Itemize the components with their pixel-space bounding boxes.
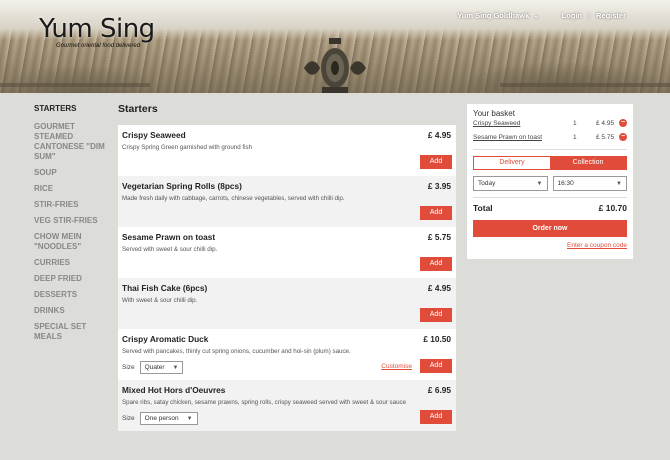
basket-item-qty: 1 bbox=[573, 120, 577, 127]
nav-item-dim-sum[interactable]: GOURMET STEAMED CANTONESE "DIM SUM" bbox=[34, 122, 116, 162]
delivery-option[interactable]: Delivery bbox=[474, 157, 550, 169]
category-nav: STARTERS GOURMET STEAMED CANTONESE "DIM … bbox=[34, 104, 116, 348]
time-select[interactable]: 16:30 ▼ bbox=[552, 176, 627, 191]
basket-item-price: £ 4.95 bbox=[596, 120, 615, 127]
chevron-down-icon: ▼ bbox=[172, 364, 179, 371]
menu-item-description: Served with sweet & sour chilli dip. bbox=[122, 246, 218, 253]
menu-item-price: £ 5.75 bbox=[427, 232, 451, 242]
size-row: Size Quater ▼ bbox=[122, 361, 184, 374]
nav-item-starters[interactable]: STARTERS bbox=[34, 104, 116, 114]
menu-item-description: Served with pancakes, thinly cut spring … bbox=[122, 348, 351, 355]
link-separator: | bbox=[588, 11, 590, 20]
branch-name: Yum Sing Goldhawk bbox=[457, 11, 530, 20]
chevron-down-icon: ⌄ bbox=[533, 11, 540, 20]
menu-item: Crispy Seaweed Crispy Spring Green garni… bbox=[118, 125, 456, 176]
nav-item-stir-fries[interactable]: STIR-FRIES bbox=[34, 200, 116, 210]
add-button[interactable]: Add bbox=[420, 359, 452, 373]
menu-item: Vegetarian Spring Rolls (8pcs) Made fres… bbox=[118, 176, 456, 227]
menu-item-name: Sesame Prawn on toast bbox=[122, 232, 216, 242]
logo-tagline: Gourmet oriental food delivered bbox=[56, 43, 141, 49]
size-select-value: Quater bbox=[144, 364, 165, 371]
order-now-button[interactable]: Order now bbox=[473, 220, 627, 237]
logo-title[interactable]: Yum Sing bbox=[39, 14, 155, 44]
size-select-value: One person bbox=[144, 415, 179, 422]
day-select[interactable]: Today ▼ bbox=[473, 176, 548, 191]
total-row: Total £ 10.70 bbox=[473, 203, 627, 217]
add-button[interactable]: Add bbox=[420, 257, 452, 271]
menu-item-name: Thai Fish Cake (6pcs) bbox=[122, 283, 208, 293]
chevron-down-icon: ▼ bbox=[186, 415, 193, 422]
chevron-down-icon: ▼ bbox=[616, 180, 622, 187]
time-selectors: Today ▼ 16:30 ▼ bbox=[473, 176, 627, 191]
login-link[interactable]: Login bbox=[562, 11, 582, 20]
remove-icon[interactable]: − bbox=[619, 133, 627, 141]
nav-item-veg-stir-fries[interactable]: VEG STIR-FRIES bbox=[34, 216, 116, 226]
time-select-value: 16:30 bbox=[557, 180, 574, 187]
basket-item-name[interactable]: Sesame Prawn on toast bbox=[473, 134, 542, 141]
great-wall-right bbox=[500, 83, 670, 87]
menu-item-name: Vegetarian Spring Rolls (8pcs) bbox=[122, 181, 242, 191]
site-header: Yum Sing Gourmet oriental food delivered… bbox=[0, 0, 670, 93]
customise-link[interactable]: Customise bbox=[381, 363, 412, 370]
fulfilment-toggle: Delivery Collection bbox=[473, 156, 627, 170]
size-select[interactable]: Quater ▼ bbox=[139, 361, 184, 374]
nav-item-special-set-meals[interactable]: SPECIAL SET MEALS bbox=[34, 322, 116, 342]
menu-item-price: £ 4.95 bbox=[427, 283, 451, 293]
basket-title: Your basket bbox=[473, 109, 515, 118]
size-label: Size bbox=[122, 415, 135, 422]
basket-item-qty: 1 bbox=[573, 134, 577, 141]
remove-icon[interactable]: − bbox=[619, 119, 627, 127]
menu-item-description: Spare ribs, satay chicken, sesame prawns… bbox=[122, 399, 407, 406]
collection-option[interactable]: Collection bbox=[550, 157, 626, 169]
lion-crest-emblem bbox=[304, 38, 366, 93]
menu-list: Crispy Seaweed Crispy Spring Green garni… bbox=[118, 125, 456, 431]
coupon-link[interactable]: Enter a coupon code bbox=[473, 242, 627, 249]
menu-item-price: £ 3.95 bbox=[427, 181, 451, 191]
menu-item: Sesame Prawn on toast Served with sweet … bbox=[118, 227, 456, 278]
menu-item-description: With sweet & sour chilli dip. bbox=[122, 297, 198, 304]
section-title: Starters bbox=[118, 103, 158, 115]
branch-selector[interactable]: Yum Sing Goldhawk ⌄ bbox=[457, 11, 539, 20]
menu-item: Thai Fish Cake (6pcs) With sweet & sour … bbox=[118, 278, 456, 329]
menu-item-price: £ 10.50 bbox=[423, 334, 451, 344]
menu-item-name: Crispy Aromatic Duck bbox=[122, 334, 209, 344]
size-select[interactable]: One person ▼ bbox=[139, 412, 198, 425]
nav-item-deep-fried[interactable]: DEEP FRIED bbox=[34, 274, 116, 284]
menu-item-name: Crispy Seaweed bbox=[122, 130, 186, 140]
day-select-value: Today bbox=[478, 180, 496, 187]
add-button[interactable]: Add bbox=[420, 410, 452, 424]
total-label: Total bbox=[473, 203, 493, 213]
menu-item-description: Crispy Spring Green garnished with groun… bbox=[122, 144, 253, 151]
nav-item-desserts[interactable]: DESSERTS bbox=[34, 290, 116, 300]
add-button[interactable]: Add bbox=[420, 155, 452, 169]
menu-item: Mixed Hot Hors d'Oeuvres Spare ribs, sat… bbox=[118, 380, 456, 431]
great-wall-left bbox=[0, 83, 150, 87]
nav-item-chow-mein[interactable]: CHOW MEIN "NOODLES" bbox=[34, 232, 116, 252]
basket-line: Sesame Prawn on toast 1 £ 5.75 − bbox=[473, 133, 627, 146]
divider bbox=[473, 149, 627, 150]
add-button[interactable]: Add bbox=[420, 206, 452, 220]
nav-item-curries[interactable]: CURRIES bbox=[34, 258, 116, 268]
divider bbox=[473, 197, 627, 198]
menu-item-description: Made fresh daily with cabbage, carrots, … bbox=[122, 195, 345, 202]
nav-item-rice[interactable]: RICE bbox=[34, 184, 116, 194]
nav-item-drinks[interactable]: DRINKS bbox=[34, 306, 116, 316]
menu-item-price: £ 6.95 bbox=[427, 385, 451, 395]
basket-item-name[interactable]: Crispy Seaweed bbox=[473, 120, 520, 127]
size-row: Size One person ▼ bbox=[122, 412, 198, 425]
size-label: Size bbox=[122, 364, 135, 371]
basket-line: Crispy Seaweed 1 £ 4.95 − bbox=[473, 119, 627, 132]
chevron-down-icon: ▼ bbox=[536, 180, 543, 187]
top-links: Yum Sing Goldhawk ⌄ Login | Register bbox=[457, 11, 626, 20]
menu-item-price: £ 4.95 bbox=[427, 130, 451, 140]
total-value: £ 10.70 bbox=[598, 203, 627, 213]
nav-item-soup[interactable]: SOUP bbox=[34, 168, 116, 178]
menu-item-name: Mixed Hot Hors d'Oeuvres bbox=[122, 385, 226, 395]
basket-item-price: £ 5.75 bbox=[596, 134, 615, 141]
menu-item: Crispy Aromatic Duck Served with pancake… bbox=[118, 329, 456, 380]
register-link[interactable]: Register bbox=[596, 11, 626, 20]
add-button[interactable]: Add bbox=[420, 308, 452, 322]
basket-panel: Your basket Crispy Seaweed 1 £ 4.95 − Se… bbox=[467, 104, 633, 259]
